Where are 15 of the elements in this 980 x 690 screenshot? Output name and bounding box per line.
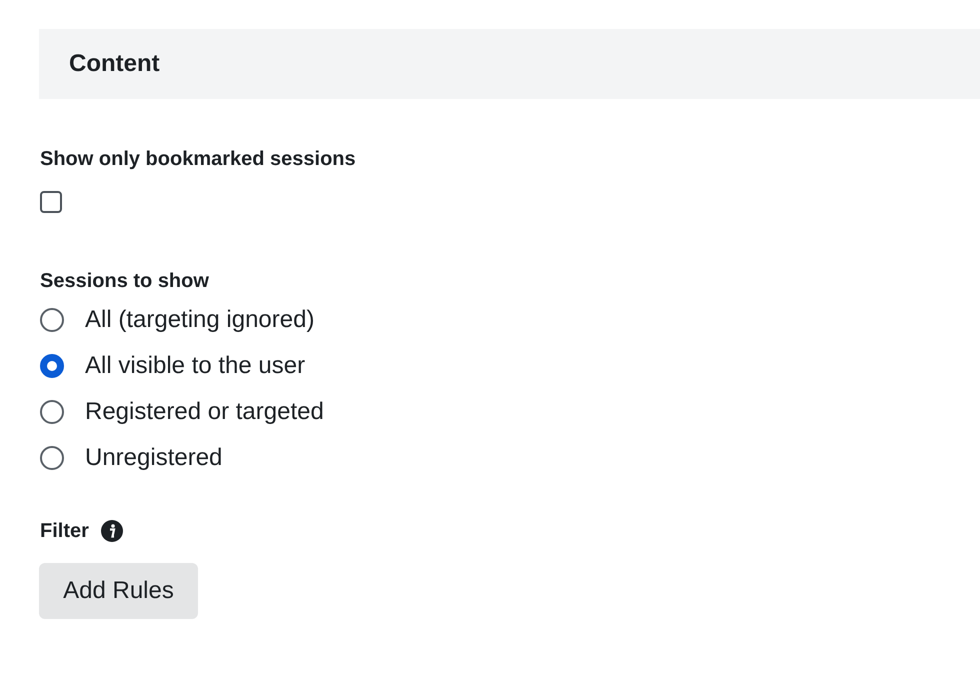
radio-button[interactable] [40, 354, 64, 378]
radio-button[interactable] [40, 400, 64, 424]
field-label: Sessions to show [40, 269, 209, 293]
radio-label: Unregistered [85, 444, 222, 472]
section-title: Content [69, 49, 160, 79]
field-label: Filter [40, 519, 89, 544]
radio-label: Registered or targeted [85, 398, 324, 426]
radio-button[interactable] [40, 308, 64, 332]
radio-label: All (targeting ignored) [85, 306, 314, 334]
info-icon[interactable] [100, 520, 123, 542]
radio-button[interactable] [40, 446, 64, 470]
radio-label: All visible to the user [85, 352, 306, 380]
field-label: Show only bookmarked sessions [40, 147, 356, 171]
add-rules-button[interactable]: Add Rules [39, 563, 198, 619]
checkbox[interactable] [40, 191, 62, 213]
